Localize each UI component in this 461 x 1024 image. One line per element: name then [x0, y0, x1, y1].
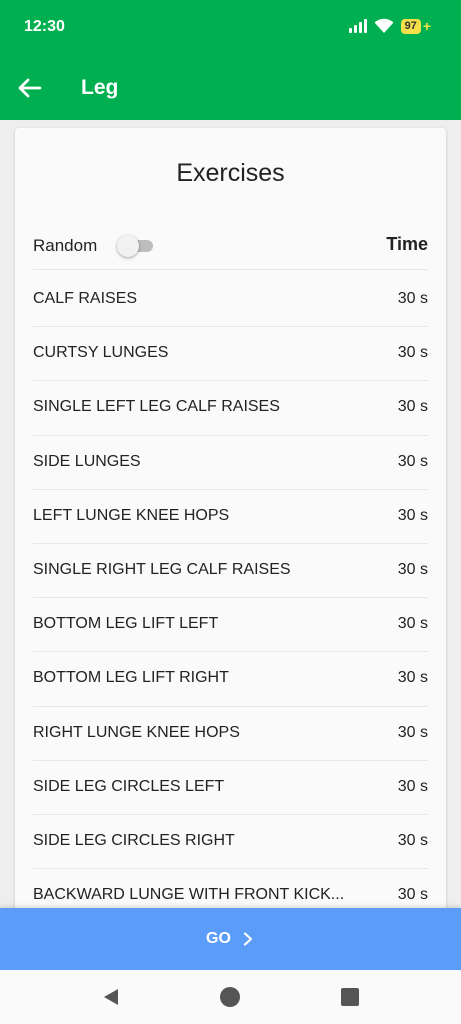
exercise-time: 30 s	[397, 452, 428, 470]
card-title: Exercises	[176, 159, 285, 187]
go-button[interactable]: GO	[0, 908, 461, 970]
nav-home-icon[interactable]	[220, 987, 240, 1007]
page-title: Leg	[81, 76, 119, 99]
exercise-row[interactable]: CALF RAISES 30 s	[33, 273, 428, 328]
exercise-row[interactable]: BOTTOM LEG LIFT LEFT 30 s	[33, 598, 428, 653]
app-bar: Leg	[0, 56, 461, 120]
exercise-row[interactable]: BOTTOM LEG LIFT RIGHT 30 s	[33, 652, 428, 707]
go-button-label: GO	[206, 930, 231, 947]
exercise-name: BOTTOM LEG LIFT RIGHT	[33, 669, 229, 687]
exercise-row[interactable]: CURTSY LUNGES 30 s	[33, 327, 428, 382]
battery-icon: 97	[400, 18, 421, 34]
exercise-row[interactable]: SINGLE RIGHT LEG CALF RAISES 30 s	[33, 544, 428, 599]
exercise-name: BOTTOM LEG LIFT LEFT	[33, 615, 219, 633]
exercise-time: 30 s	[397, 831, 428, 849]
exercise-row[interactable]: RIGHT LUNGE KNEE HOPS 30 s	[33, 707, 428, 761]
exercise-row[interactable]: SIDE LUNGES 30 s	[33, 436, 428, 490]
exercise-time: 30 s	[397, 560, 428, 578]
exercise-name: SIDE LUNGES	[33, 452, 141, 470]
exercise-row[interactable]: SIDE LEG CIRCLES LEFT 30 s	[33, 761, 428, 815]
exercise-time: 30 s	[397, 290, 428, 307]
back-arrow-icon[interactable]	[16, 74, 46, 102]
random-toggle[interactable]	[117, 235, 155, 257]
time-column-header: Time	[386, 234, 428, 254]
random-row: Random Time	[33, 222, 428, 270]
exercise-time: 30 s	[397, 669, 428, 687]
exercise-name: SIDE LEG CIRCLES RIGHT	[33, 831, 235, 849]
charging-indicator: +	[422, 18, 431, 34]
exercise-row[interactable]: LEFT LUNGE KNEE HOPS 30 s	[33, 490, 428, 544]
exercise-row[interactable]: SIDE LEG CIRCLES RIGHT 30 s	[33, 815, 428, 870]
exercise-list: CALF RAISES 30 s CURTSY LUNGES 30 s SING…	[33, 273, 428, 924]
exercise-time: 30 s	[397, 777, 428, 795]
exercise-name: RIGHT LUNGE KNEE HOPS	[33, 723, 240, 741]
exercise-time: 30 s	[397, 886, 428, 904]
nav-recents-icon[interactable]	[341, 988, 359, 1006]
exercise-time: 30 s	[397, 723, 428, 741]
exercises-card: Exercises Random Time CALF RAISES 30 s C…	[15, 128, 446, 928]
exercise-time: 30 s	[397, 615, 428, 633]
exercise-row[interactable]: SINGLE LEFT LEG CALF RAISES 30 s	[33, 381, 428, 436]
status-icons: 97 +	[348, 18, 431, 34]
status-bar: 12:30 97 +	[0, 0, 461, 56]
nav-back-icon[interactable]	[101, 987, 121, 1007]
chevron-right-icon	[243, 932, 253, 946]
exercise-name: CALF RAISES	[33, 290, 138, 307]
exercise-time: 30 s	[397, 398, 428, 416]
exercise-name: SINGLE LEFT LEG CALF RAISES	[33, 398, 280, 416]
wifi-icon	[374, 18, 394, 33]
exercise-time: 30 s	[397, 506, 428, 524]
exercise-name: SINGLE RIGHT LEG CALF RAISES	[33, 560, 291, 578]
exercise-name: BACKWARD LUNGE WITH FRONT KICK...	[33, 886, 345, 904]
random-label: Random	[33, 236, 98, 255]
exercise-name: LEFT LUNGE KNEE HOPS	[33, 506, 230, 524]
exercise-name: SIDE LEG CIRCLES LEFT	[33, 777, 225, 795]
signal-icon	[348, 19, 367, 33]
exercise-time: 30 s	[397, 344, 428, 362]
status-time: 12:30	[24, 18, 65, 35]
system-nav-bar	[0, 970, 461, 1024]
toggle-thumb	[117, 235, 139, 257]
exercise-name: CURTSY LUNGES	[33, 344, 169, 362]
